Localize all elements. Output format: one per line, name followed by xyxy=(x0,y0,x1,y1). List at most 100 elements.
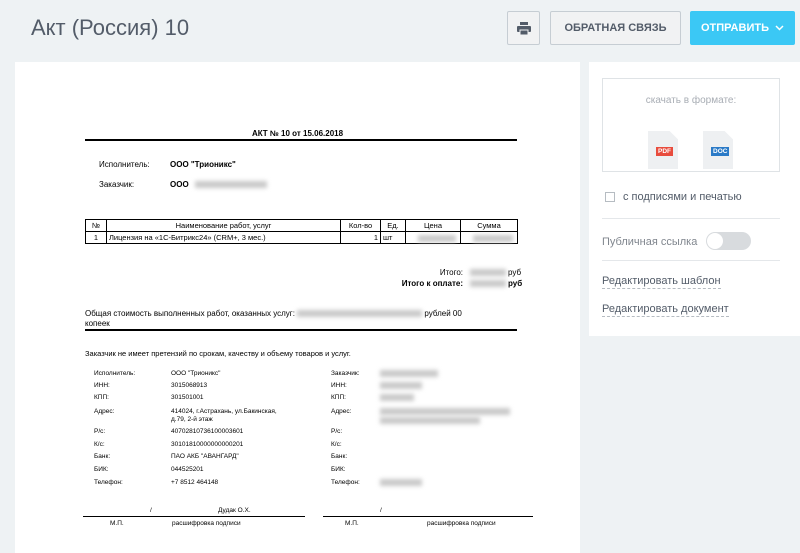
req-executor-label: Исполнитель: xyxy=(94,370,136,377)
executor-decode: расшифровка подписи xyxy=(172,520,241,527)
pdf-badge: PDF xyxy=(656,147,673,156)
row-qty: 1 xyxy=(340,231,382,244)
req-phone-label: Телефон: xyxy=(94,479,123,486)
executor-mp: М.П. xyxy=(110,520,124,527)
req-bik-label: БИК: xyxy=(94,466,109,473)
download-box: скачать в формате: PDF DOC xyxy=(602,78,780,172)
table-row: 1 Лицензия на «1С-Битрикс24» (CRM+, 3 ме… xyxy=(85,231,519,244)
customer-label: Заказчик: xyxy=(99,180,135,189)
req-ks-value: 30101810000000000201 xyxy=(171,441,244,448)
title-rule xyxy=(85,139,517,141)
req-kpp-label: КПП: xyxy=(94,394,109,401)
redacted-customer xyxy=(194,181,267,189)
redacted-customer-kpp xyxy=(380,394,414,401)
req-customer-kpp-label: КПП: xyxy=(331,394,346,401)
table-header: Кол-во xyxy=(340,219,382,232)
document-preview: АКТ № 10 от 15.06.2018 Исполнитель: ООО … xyxy=(15,62,580,553)
signatures-checkbox[interactable] xyxy=(605,192,615,202)
act-title: АКТ № 10 от 15.06.2018 xyxy=(251,129,344,138)
total-text-kopeks: копеек xyxy=(85,319,110,328)
page-title: Акт (Россия) 10 xyxy=(31,15,190,40)
edit-template-link[interactable]: Редактировать шаблон xyxy=(602,275,721,289)
pdf-file-icon[interactable]: PDF xyxy=(648,131,678,169)
table-header: Ед. xyxy=(380,219,406,232)
total-to-pay-label: Итого к оплате: xyxy=(401,279,463,288)
download-label: скачать в формате: xyxy=(645,95,737,106)
redacted-sum xyxy=(472,234,513,242)
print-button[interactable] xyxy=(507,11,540,45)
req-executor-value: ООО "Трионикс" xyxy=(171,370,221,377)
req-inn-value: 3015068913 xyxy=(171,382,208,389)
public-link-toggle[interactable] xyxy=(706,232,751,250)
req-customer-label: Заказчик: xyxy=(331,370,360,377)
executor-label: Исполнитель: xyxy=(99,160,150,169)
send-button[interactable]: ОТПРАВИТЬ xyxy=(690,11,795,45)
req-customer-bik-label: БИК: xyxy=(331,466,346,473)
total-text-suffix: рублей 00 xyxy=(424,309,462,318)
redacted-customer-phone xyxy=(380,479,422,486)
req-bank-value: ПАО АКБ "АВАНГАРД" xyxy=(171,453,239,460)
req-address-line2: д.79, 2-й этаж xyxy=(171,416,213,423)
table-header: Цена xyxy=(404,219,461,232)
executor-signature-line xyxy=(83,516,305,517)
redacted-customer-address-2 xyxy=(380,417,480,424)
row-unit: шт xyxy=(380,231,406,244)
divider xyxy=(602,260,780,261)
total-to-pay-value: руб xyxy=(470,279,522,288)
table-header: Наименование работ, услуг xyxy=(105,219,342,232)
signatures-label: с подписями и печатью xyxy=(623,191,742,203)
req-bik-value: 044525201 xyxy=(171,466,204,473)
doc-badge: DOC xyxy=(711,147,730,156)
req-inn-label: ИНН: xyxy=(94,382,110,389)
feedback-button[interactable]: ОБРАТНАЯ СВЯЗЬ xyxy=(550,11,681,45)
redacted-customer-address-1 xyxy=(380,408,510,415)
req-ks-label: К/с: xyxy=(94,441,105,448)
req-customer-ks-label: К/с: xyxy=(331,441,342,448)
total-cost-text: Общая стоимость выполненных работ, оказа… xyxy=(85,309,517,329)
req-customer-bank-label: Банк: xyxy=(331,453,348,460)
req-bank-label: Банк: xyxy=(94,453,111,460)
public-link-label: Публичная ссылка xyxy=(602,236,698,248)
total-to-pay-currency: руб xyxy=(508,279,523,288)
req-rs-label: Р/с: xyxy=(94,428,106,435)
customer-signature-line xyxy=(323,516,533,517)
redacted-total xyxy=(470,269,506,277)
document-actions-panel: скачать в формате: PDF DOC с подписями и… xyxy=(589,62,800,336)
customer-value: ООО xyxy=(170,180,189,189)
signatures-checkbox-row[interactable]: с подписями и печатью xyxy=(605,191,742,203)
row-sum xyxy=(459,231,519,244)
row-no: 1 xyxy=(85,231,107,244)
total-value: руб xyxy=(470,268,521,277)
executor-value: ООО "Трионикс" xyxy=(170,160,236,169)
total-rule xyxy=(85,329,517,331)
total-label: Итого: xyxy=(439,268,463,277)
doc-file-icon[interactable]: DOC xyxy=(703,131,733,169)
divider xyxy=(602,218,780,219)
chevron-down-icon xyxy=(775,23,784,33)
req-kpp-value: 301501001 xyxy=(171,394,204,401)
claims-text: Заказчик не имеет претензий по срокам, к… xyxy=(85,349,351,358)
edit-document-link[interactable]: Редактировать документ xyxy=(602,303,729,317)
customer-mp: М.П. xyxy=(345,520,359,527)
table-header-row: № Наименование работ, услуг Кол-во Ед. Ц… xyxy=(85,219,519,232)
req-rs-value: 40702810736100003601 xyxy=(171,428,244,435)
req-customer-phone-label: Телефон: xyxy=(331,479,360,486)
executor-sign-name: Дудак О.Х. xyxy=(218,507,251,514)
req-phone-value: +7 8512 464148 xyxy=(171,479,219,486)
req-address-line1: 414024, г.Астрахань, ул.Бакинская, xyxy=(171,408,277,415)
redacted-customer-name xyxy=(380,370,438,377)
customer-sign-slash: / xyxy=(380,507,382,514)
printer-icon xyxy=(516,21,531,35)
table-header: Сумма xyxy=(459,219,519,232)
customer-value-row: ООО xyxy=(170,180,267,189)
toggle-knob xyxy=(707,233,723,249)
req-customer-address-label: Адрес: xyxy=(331,408,352,415)
redacted-amount-words xyxy=(297,310,423,318)
customer-decode: расшифровка подписи xyxy=(427,520,496,527)
total-text-prefix: Общая стоимость выполненных работ, оказа… xyxy=(85,309,295,318)
req-address-label: Адрес: xyxy=(94,408,115,415)
services-table: № Наименование работ, услуг Кол-во Ед. Ц… xyxy=(85,219,519,244)
send-button-label: ОТПРАВИТЬ xyxy=(701,22,769,34)
table-header: № xyxy=(85,219,107,232)
req-customer-inn-label: ИНН: xyxy=(331,382,347,389)
